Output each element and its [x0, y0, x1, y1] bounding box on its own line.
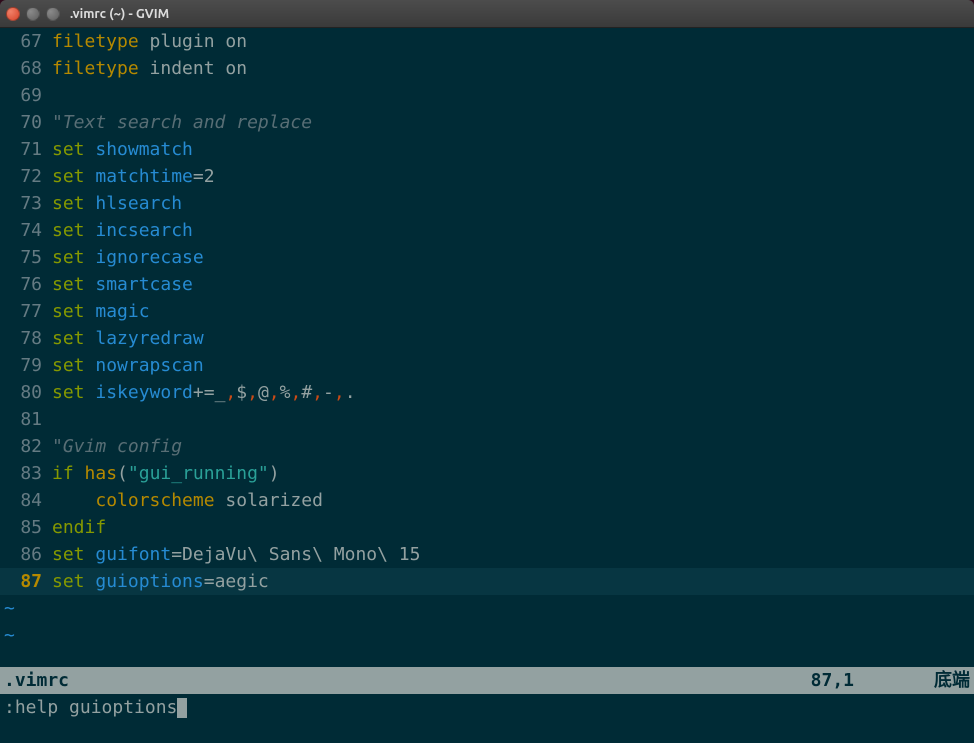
code-content[interactable]: filetype plugin on	[48, 28, 247, 55]
line-number: 86	[0, 541, 48, 568]
code-content[interactable]: set incsearch	[48, 217, 193, 244]
status-position: 87,1	[811, 667, 854, 694]
line-number: 79	[0, 352, 48, 379]
status-filename: .vimrc	[4, 667, 69, 694]
code-content[interactable]: set hlsearch	[48, 190, 182, 217]
code-content[interactable]: "Text search and replace	[48, 109, 312, 136]
status-line: .vimrc 87,1 底端	[0, 667, 974, 694]
line-number: 81	[0, 406, 48, 433]
command-line[interactable]: :help guioptions	[0, 694, 974, 721]
empty-line: ~	[0, 595, 974, 622]
bottom-pad	[0, 721, 974, 743]
code-content[interactable]: set smartcase	[48, 271, 193, 298]
code-content[interactable]: set guifont=DejaVu\ Sans\ Mono\ 15	[48, 541, 420, 568]
code-line[interactable]: 79set nowrapscan	[0, 352, 974, 379]
code-content[interactable]: endif	[48, 514, 106, 541]
minimize-icon[interactable]	[26, 7, 40, 21]
code-content[interactable]: colorscheme solarized	[48, 487, 323, 514]
line-number: 85	[0, 514, 48, 541]
line-number: 72	[0, 163, 48, 190]
maximize-icon[interactable]	[46, 7, 60, 21]
line-number: 82	[0, 433, 48, 460]
line-number: 83	[0, 460, 48, 487]
code-content[interactable]: set nowrapscan	[48, 352, 204, 379]
gvim-window: .vimrc (~) - GVIM 67filetype plugin on68…	[0, 0, 974, 743]
command-text: :help guioptions	[4, 694, 177, 721]
status-location: 底端	[934, 667, 970, 694]
line-number: 80	[0, 379, 48, 406]
code-content[interactable]: if has("gui_running")	[48, 460, 280, 487]
line-number: 74	[0, 217, 48, 244]
line-number: 75	[0, 244, 48, 271]
code-line[interactable]: 69	[0, 82, 974, 109]
line-number: 70	[0, 109, 48, 136]
code-line[interactable]: 83if has("gui_running")	[0, 460, 974, 487]
code-content[interactable]	[48, 82, 52, 109]
cursor-icon	[177, 698, 187, 718]
close-icon[interactable]	[6, 7, 20, 21]
code-content[interactable]: set showmatch	[48, 136, 193, 163]
code-line[interactable]: 67filetype plugin on	[0, 28, 974, 55]
code-content[interactable]: filetype indent on	[48, 55, 247, 82]
line-number: 77	[0, 298, 48, 325]
code-content[interactable]	[48, 406, 52, 433]
editor-body[interactable]: 67filetype plugin on68filetype indent on…	[0, 28, 974, 667]
code-line[interactable]: 86set guifont=DejaVu\ Sans\ Mono\ 15	[0, 541, 974, 568]
line-number: 73	[0, 190, 48, 217]
window-title: .vimrc (~) - GVIM	[70, 7, 169, 21]
empty-line: ~	[0, 622, 974, 649]
line-number: 69	[0, 82, 48, 109]
code-line[interactable]: 87set guioptions=aegic	[0, 568, 974, 595]
code-line[interactable]: 76set smartcase	[0, 271, 974, 298]
code-content[interactable]: "Gvim config	[48, 433, 182, 460]
code-content[interactable]: set matchtime=2	[48, 163, 215, 190]
code-line[interactable]: 73set hlsearch	[0, 190, 974, 217]
code-content[interactable]: set magic	[48, 298, 150, 325]
code-line[interactable]: 78set lazyredraw	[0, 325, 974, 352]
code-line[interactable]: 71set showmatch	[0, 136, 974, 163]
code-line[interactable]: 70"Text search and replace	[0, 109, 974, 136]
code-line[interactable]: 77set magic	[0, 298, 974, 325]
code-line[interactable]: 72set matchtime=2	[0, 163, 974, 190]
code-line[interactable]: 80set iskeyword+=_,$,@,%,#,-,.	[0, 379, 974, 406]
code-content[interactable]: set iskeyword+=_,$,@,%,#,-,.	[48, 379, 356, 406]
code-line[interactable]: 68filetype indent on	[0, 55, 974, 82]
line-number: 78	[0, 325, 48, 352]
code-line[interactable]: 74set incsearch	[0, 217, 974, 244]
code-line[interactable]: 82"Gvim config	[0, 433, 974, 460]
line-number: 67	[0, 28, 48, 55]
code-content[interactable]: set guioptions=aegic	[48, 568, 269, 595]
line-number: 84	[0, 487, 48, 514]
code-content[interactable]: set lazyredraw	[48, 325, 204, 352]
editor: 67filetype plugin on68filetype indent on…	[0, 28, 974, 743]
line-number: 71	[0, 136, 48, 163]
code-content[interactable]: set ignorecase	[48, 244, 204, 271]
code-line[interactable]: 75set ignorecase	[0, 244, 974, 271]
code-line[interactable]: 81	[0, 406, 974, 433]
line-number: 76	[0, 271, 48, 298]
titlebar[interactable]: .vimrc (~) - GVIM	[0, 0, 974, 28]
line-number: 68	[0, 55, 48, 82]
code-line[interactable]: 84 colorscheme solarized	[0, 487, 974, 514]
code-line[interactable]: 85endif	[0, 514, 974, 541]
line-number: 87	[0, 568, 48, 595]
